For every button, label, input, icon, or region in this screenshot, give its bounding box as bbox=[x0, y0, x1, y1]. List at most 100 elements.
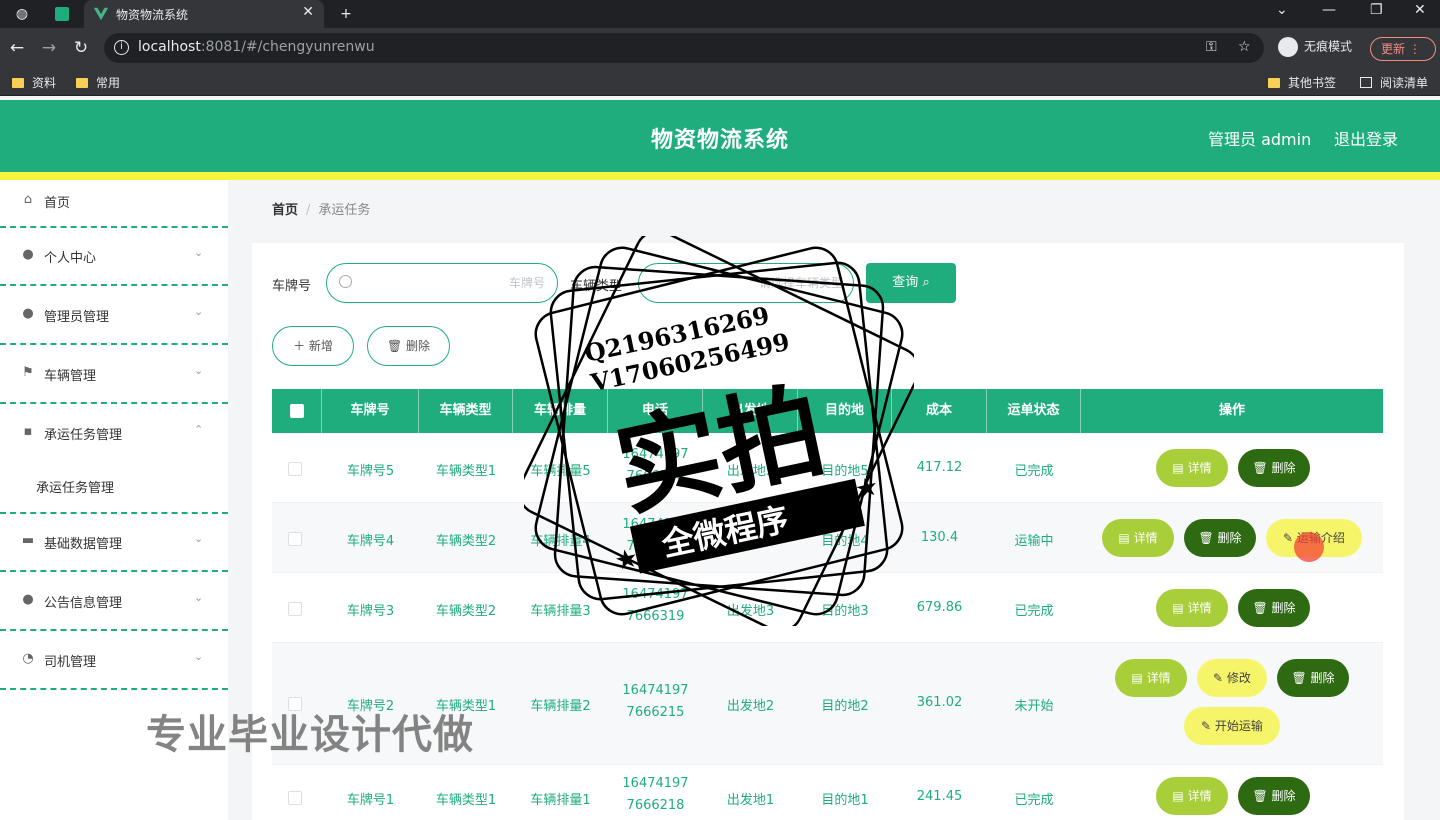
delete-button[interactable]: 🗑 删除 bbox=[1277, 659, 1349, 697]
cell-origin: 出发地4 bbox=[726, 534, 775, 549]
address-bar: ← → ↻ i localhost:8081/#/chengyunrenwu ⚿… bbox=[0, 28, 1440, 68]
back-icon[interactable]: ← bbox=[6, 37, 28, 59]
table-row: 车牌号4 车辆类型2 车辆排量4 16474197 7666310 出发地4 目… bbox=[272, 503, 1383, 573]
folder-icon bbox=[76, 78, 88, 88]
globe-icon[interactable]: ◍ bbox=[12, 4, 32, 24]
minimize-icon[interactable]: — bbox=[1322, 2, 1336, 18]
folder-icon bbox=[12, 78, 24, 88]
detail-button[interactable]: ▤ 详情 bbox=[1102, 519, 1174, 557]
vehicle-type-select[interactable] bbox=[638, 263, 854, 303]
window-close-icon[interactable]: ✕ bbox=[1414, 2, 1426, 18]
delete-button[interactable]: 🗑 删除 bbox=[1238, 777, 1310, 815]
browser-tab-active[interactable]: 物资物流系统 ✕ bbox=[84, 0, 324, 28]
new-tab-icon[interactable]: + bbox=[336, 4, 356, 24]
tab-search-icon[interactable]: ⌄ bbox=[1276, 2, 1288, 18]
checkbox[interactable] bbox=[290, 404, 304, 418]
row-checkbox[interactable] bbox=[288, 602, 302, 616]
cell-phone: 16474197 bbox=[622, 776, 689, 791]
column-header: 车辆类型 bbox=[419, 389, 513, 433]
vehicle-type-input[interactable] bbox=[653, 273, 843, 293]
transport-intro-button[interactable]: ✎ 运输介绍 bbox=[1266, 519, 1362, 557]
sidebar-item-personal[interactable]: ● 个人中心 ⌄ bbox=[0, 228, 228, 286]
other-bookmarks[interactable]: 其他书签 bbox=[1268, 74, 1336, 91]
url-field[interactable]: i localhost:8081/#/chengyunrenwu ⚿ ☆ bbox=[104, 33, 1264, 63]
cell-status: 运输中 bbox=[1014, 534, 1054, 549]
plate-label: 车牌号 bbox=[272, 279, 312, 294]
url-text[interactable]: localhost:8081/#/chengyunrenwu bbox=[138, 39, 375, 55]
incognito-indicator[interactable]: 无痕模式 bbox=[1278, 37, 1352, 57]
star-icon[interactable]: ☆ bbox=[1238, 39, 1251, 55]
breadcrumb-current: 承运任务 bbox=[318, 203, 371, 218]
plus-icon: ＋ bbox=[293, 339, 306, 353]
batch-delete-button[interactable]: 🗑 删除 bbox=[367, 326, 450, 366]
detail-button[interactable]: ▤ 详情 bbox=[1156, 589, 1228, 627]
cell-phone: 7666310 bbox=[626, 539, 685, 554]
watermark-bottom-text: 专业毕业设计代做 bbox=[146, 712, 474, 758]
chevron-down-icon: ⌄ bbox=[194, 246, 204, 259]
delete-button[interactable]: 🗑 删除 bbox=[1184, 519, 1256, 557]
site-info-icon[interactable]: i bbox=[114, 40, 129, 55]
cell-phone: 16474197 bbox=[622, 683, 689, 698]
sidebar-item-vehicles[interactable]: ⚑ 车辆管理 ⌄ bbox=[0, 346, 228, 404]
bookmark-folder[interactable]: 资料 bbox=[12, 74, 56, 91]
cell-phone: 16474197 bbox=[622, 447, 689, 462]
table-row: 车牌号3 车辆类型2 车辆排量3 16474197 7666319 出发地3 目… bbox=[272, 573, 1383, 643]
app-tab-icon[interactable] bbox=[52, 4, 72, 24]
cell-plate: 车牌号1 bbox=[346, 793, 395, 808]
vue-logo-icon bbox=[93, 7, 109, 21]
home-icon: ⌂ bbox=[23, 192, 33, 207]
cell-cost: 361.02 bbox=[916, 695, 963, 710]
query-button[interactable]: 查询 ⌕ bbox=[866, 263, 956, 303]
reload-icon[interactable]: ↻ bbox=[70, 37, 92, 59]
logout-button[interactable]: 退出登录 bbox=[1334, 126, 1398, 150]
row-checkbox[interactable] bbox=[288, 532, 302, 546]
start-transport-button[interactable]: ✎ 开始运输 bbox=[1184, 707, 1280, 745]
add-button[interactable]: ＋ 新增 bbox=[272, 326, 354, 366]
tab-close-icon[interactable]: ✕ bbox=[302, 4, 314, 20]
cell-cost: 417.12 bbox=[916, 460, 963, 475]
reading-list[interactable]: 阅读清单 bbox=[1360, 74, 1428, 91]
chevron-down-icon: ⌄ bbox=[194, 650, 204, 663]
key-icon[interactable]: ⚿ bbox=[1206, 39, 1217, 55]
browser-tab-bar: ◍ 物资物流系统 ✕ + ⌄ — ❐ ✕ bbox=[0, 0, 1440, 28]
incognito-icon bbox=[1278, 37, 1298, 57]
user-icon: ● bbox=[22, 247, 34, 262]
bookmarks-bar: 资料 常用 其他书签 阅读清单 bbox=[0, 68, 1440, 96]
sidebar-item-transport[interactable]: ▪ 承运任务管理 ⌃ bbox=[0, 405, 228, 457]
sidebar-item-home[interactable]: ⌂ 首页 bbox=[0, 180, 228, 228]
header-select-all[interactable] bbox=[272, 389, 322, 433]
forward-icon[interactable]: → bbox=[38, 37, 60, 59]
sidebar-item-basic-data[interactable]: ▬ 基础数据管理 ⌄ bbox=[0, 514, 228, 572]
column-header: 电话 bbox=[608, 389, 703, 433]
sidebar-item-admin[interactable]: ● 管理员管理 ⌄ bbox=[0, 287, 228, 345]
update-button[interactable]: 更新 ⋮ bbox=[1370, 37, 1436, 61]
edit-button[interactable]: ✎ 修改 bbox=[1197, 659, 1267, 697]
row-checkbox[interactable] bbox=[288, 462, 302, 476]
bookmark-folder[interactable]: 常用 bbox=[76, 74, 120, 91]
breadcrumb-home[interactable]: 首页 bbox=[272, 203, 298, 218]
detail-button[interactable]: ▤ 详情 bbox=[1115, 659, 1187, 697]
delete-button[interactable]: 🗑 删除 bbox=[1238, 449, 1310, 487]
search-icon bbox=[339, 275, 352, 288]
cell-phone: 7666215 bbox=[626, 705, 685, 720]
delete-button[interactable]: 🗑 删除 bbox=[1238, 589, 1310, 627]
detail-button[interactable]: ▤ 详情 bbox=[1156, 777, 1228, 815]
search-icon: ⌕ bbox=[922, 275, 930, 290]
restore-icon[interactable]: ❐ bbox=[1370, 2, 1383, 18]
chat-icon: ▪ bbox=[23, 424, 33, 439]
chevron-up-icon: ⌃ bbox=[194, 423, 204, 436]
sidebar-subitem-transport-tasks[interactable]: 承运任务管理 bbox=[0, 460, 228, 514]
plate-search-input[interactable] bbox=[326, 263, 558, 303]
detail-button[interactable]: ▤ 详情 bbox=[1156, 449, 1228, 487]
plate-input[interactable] bbox=[361, 273, 545, 293]
row-checkbox[interactable] bbox=[288, 791, 302, 805]
cell-type: 车辆类型1 bbox=[435, 793, 497, 808]
sidebar-item-notices[interactable]: ● 公告信息管理 ⌄ bbox=[0, 573, 228, 631]
sidebar-item-drivers[interactable]: ◔ 司机管理 ⌄ bbox=[0, 632, 228, 690]
chevron-down-icon: ⌄ bbox=[194, 532, 204, 545]
chevron-down-icon: ⌄ bbox=[194, 591, 204, 604]
chevron-down-icon: ⌄ bbox=[194, 305, 204, 318]
tab-title: 物资物流系统 bbox=[116, 8, 189, 22]
cell-phone: 7666319 bbox=[626, 609, 685, 624]
cell-destination: 目的地2 bbox=[821, 699, 869, 714]
